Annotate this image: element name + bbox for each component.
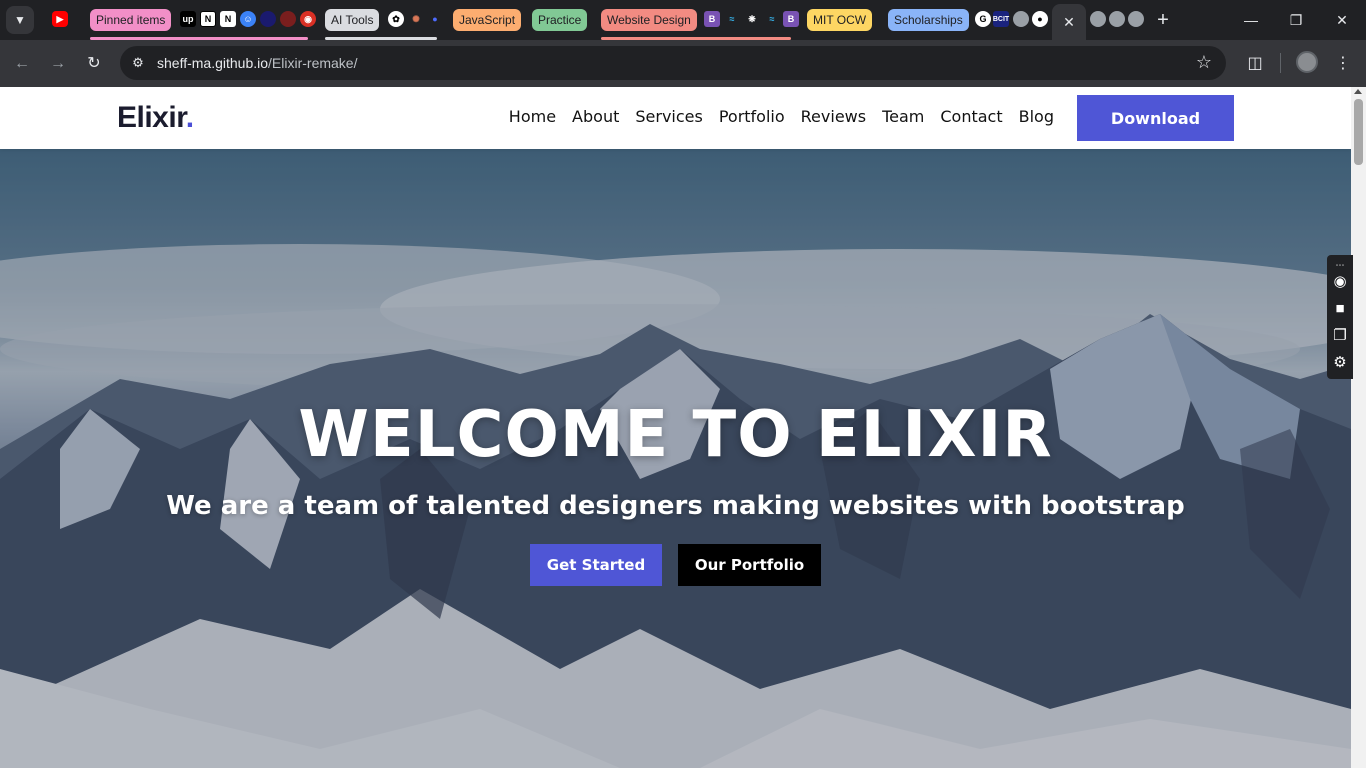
url-text[interactable]: sheff-ma.github.io/Elixir-remake/ [157,55,358,71]
nav-reviews[interactable]: Reviews [801,107,866,126]
bcit-icon[interactable]: BCIT [993,11,1009,27]
globe-3-icon[interactable] [1109,11,1125,27]
nav-home[interactable]: Home [509,107,556,126]
main-nav: Home About Services Portfolio Reviews Te… [509,107,1054,126]
scroll-up-arrow-icon[interactable] [1354,89,1362,94]
bookmark-star-icon[interactable]: ☆ [1194,52,1214,72]
target-icon[interactable]: ◉ [300,11,316,27]
address-bar[interactable]: ⚙ sheff-ma.github.io/Elixir-remake/ ☆ [120,46,1226,80]
dark-red-icon[interactable] [280,11,296,27]
nav-contact[interactable]: Contact [940,107,1002,126]
back-button[interactable]: ← [10,52,34,76]
logo-dot: . [185,101,194,134]
google-icon[interactable]: G [975,11,991,27]
github-icon[interactable]: ● [1032,11,1048,27]
tailwind-icon[interactable]: ≈ [724,11,740,27]
avatar[interactable] [1296,51,1318,73]
logo-text: Elixir [117,101,186,134]
hero-title: WELCOME TO ELIXIR [298,398,1053,472]
youtube-icon[interactable]: ▶ [52,11,68,27]
bootstrap-2-icon[interactable]: B [783,11,799,27]
arrow-left-icon: ← [14,55,30,72]
tab-group-scholarships[interactable]: Scholarships [888,9,969,31]
bootstrap-icon[interactable]: B [704,11,720,27]
minimize-button[interactable]: — [1236,8,1266,32]
url-path: /Elixir-remake/ [268,55,358,71]
close-icon: ✕ [1336,12,1348,28]
get-started-button[interactable]: Get Started [530,544,662,586]
minimize-icon: — [1244,12,1258,28]
reload-button[interactable]: ↻ [82,52,106,76]
tab-search-button[interactable]: ▼ [6,6,34,34]
restore-button[interactable]: ❐ [1281,8,1311,32]
site-header: Elixir. Home About Services Portfolio Re… [0,87,1351,149]
forward-button[interactable]: → [46,52,70,76]
site-info-icon[interactable]: ⚙ [128,53,148,73]
tab-group-javascript[interactable]: JavaScript [453,9,522,31]
reload-icon: ↻ [87,55,101,72]
notion-icon[interactable]: N [200,11,216,27]
react-icon[interactable]: ❋ [744,11,760,27]
video-icon[interactable]: ■ [1330,299,1350,319]
nav-portfolio[interactable]: Portfolio [719,107,785,126]
page-viewport: Elixir. Home About Services Portfolio Re… [0,87,1351,768]
restore-icon: ❐ [1289,12,1303,28]
menu-icon[interactable]: ⋮ [1331,52,1355,76]
openai-icon[interactable]: ✿ [388,11,404,27]
hero-section: WELCOME TO ELIXIR We are a team of talen… [0,149,1351,768]
nav-blog[interactable]: Blog [1019,107,1054,126]
copy-icon[interactable]: ❐ [1330,326,1350,346]
tailwind-2-icon[interactable]: ≈ [764,11,780,27]
new-tab-button[interactable]: + [1152,9,1174,31]
notion-2-icon[interactable]: N [220,11,236,27]
plus-icon: + [1157,9,1169,31]
capture-toolbar: ⋯ ◉ ■ ❐ ⚙ [1327,255,1353,379]
nav-services[interactable]: Services [635,107,702,126]
tab-group-mit-ocw[interactable]: MIT OCW [807,9,873,31]
tab-group-website-design[interactable]: Website Design [601,9,697,31]
claude-icon[interactable]: ✺ [408,11,424,27]
tab-strip: ▼ ▶ Pinned items up N N ☺ ◉ AI Tools ✿ ✺… [0,0,1366,40]
dark-circle-icon[interactable] [260,11,276,27]
our-portfolio-button[interactable]: Our Portfolio [678,544,821,586]
upwork-icon[interactable]: up [180,11,196,27]
globe-4-icon[interactable] [1128,11,1144,27]
toolbar-divider [1280,53,1281,73]
download-button[interactable]: Download [1077,95,1234,141]
chevron-down-icon: ▼ [14,13,26,27]
nav-team[interactable]: Team [882,107,924,126]
smiley-icon[interactable]: ☺ [240,11,256,27]
tab-group-ai-tools[interactable]: AI Tools [325,9,380,31]
close-window-button[interactable]: ✕ [1327,8,1357,32]
arrow-right-icon: → [50,55,66,72]
deepseek-icon[interactable]: ● [427,11,443,27]
browser-toolbar: ← → ↻ ⚙ sheff-ma.github.io/Elixir-remake… [0,40,1366,87]
url-host: sheff-ma.github.io [157,55,269,71]
tab-group-practice[interactable]: Practice [532,9,588,31]
nav-about[interactable]: About [572,107,619,126]
tab-group-pinned-items[interactable]: Pinned items [90,9,172,31]
globe-icon[interactable] [1013,11,1029,27]
gear-icon[interactable]: ⚙ [1330,353,1350,373]
scroll-thumb[interactable] [1354,99,1363,165]
page-scrollbar[interactable] [1351,87,1366,768]
close-icon[interactable]: ✕ [1063,14,1075,31]
globe-2-icon[interactable] [1090,11,1106,27]
hero-subtitle: We are a team of talented designers maki… [166,491,1185,521]
extensions-icon[interactable]: ◫ [1243,52,1267,76]
site-logo[interactable]: Elixir. [117,101,194,135]
camera-icon[interactable]: ◉ [1330,272,1350,292]
active-tab[interactable]: ✕ [1052,4,1086,40]
